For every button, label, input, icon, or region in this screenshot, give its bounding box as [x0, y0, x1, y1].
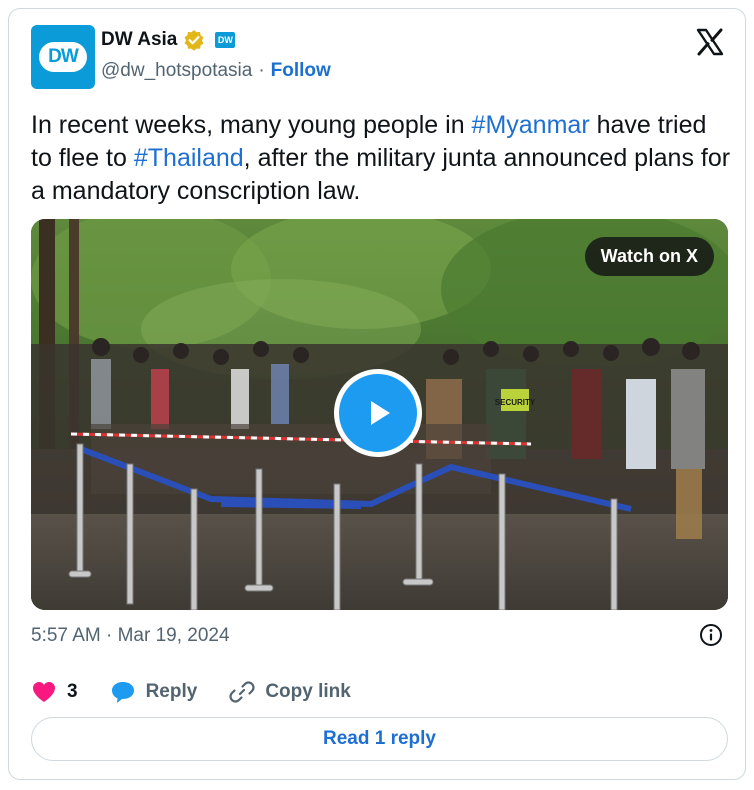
security-vest-text: SECURITY [495, 398, 536, 407]
tweet-actions: 3 Reply Copy link [31, 679, 383, 705]
play-icon [371, 401, 390, 425]
verified-badge-icon [184, 30, 204, 51]
affiliate-badge-icon[interactable]: DW [215, 32, 236, 48]
like-button[interactable]: 3 [31, 680, 78, 704]
tweet-text-part1: In recent weeks, many young people in [31, 111, 472, 139]
copy-link-button[interactable]: Copy link [229, 679, 351, 705]
like-count: 3 [67, 681, 78, 702]
x-logo-icon[interactable] [695, 27, 725, 57]
watch-on-x-button[interactable]: Watch on X [584, 237, 714, 276]
avatar-logo-text: DW [48, 46, 79, 67]
video-thumbnail[interactable]: SECURITY Watch on X [31, 219, 728, 610]
reply-bubble-icon [111, 682, 134, 703]
reply-label: Reply [145, 681, 198, 702]
copy-link-label: Copy link [265, 681, 351, 702]
tweet-timestamp[interactable]: 5:57 AM · Mar 19, 2024 [31, 625, 230, 647]
read-replies-button[interactable]: Read 1 reply [31, 717, 728, 761]
author-name[interactable]: DW Asia [101, 29, 177, 51]
info-icon[interactable] [699, 623, 723, 647]
tweet-text: In recent weeks, many young people in #M… [31, 109, 731, 208]
link-icon [229, 681, 255, 703]
separator-dot: · [258, 60, 265, 81]
author-name-row: DW Asia DW [101, 29, 236, 51]
affiliate-badge-text: DW [217, 35, 233, 45]
play-button[interactable] [334, 369, 422, 457]
heart-icon [33, 682, 55, 702]
author-handle[interactable]: @dw_hotspotasia [101, 60, 252, 82]
tweet-card: DW DW Asia DW @dw_hotspotasia · Follow I… [8, 8, 746, 780]
handle-row: @dw_hotspotasia · Follow [101, 60, 331, 82]
reply-button[interactable]: Reply [110, 680, 198, 704]
dw-logo: DW [39, 42, 87, 72]
hashtag-thailand[interactable]: #Thailand [134, 144, 244, 172]
follow-link[interactable]: Follow [271, 60, 331, 82]
hashtag-myanmar[interactable]: #Myanmar [472, 111, 590, 139]
avatar[interactable]: DW [31, 25, 95, 89]
